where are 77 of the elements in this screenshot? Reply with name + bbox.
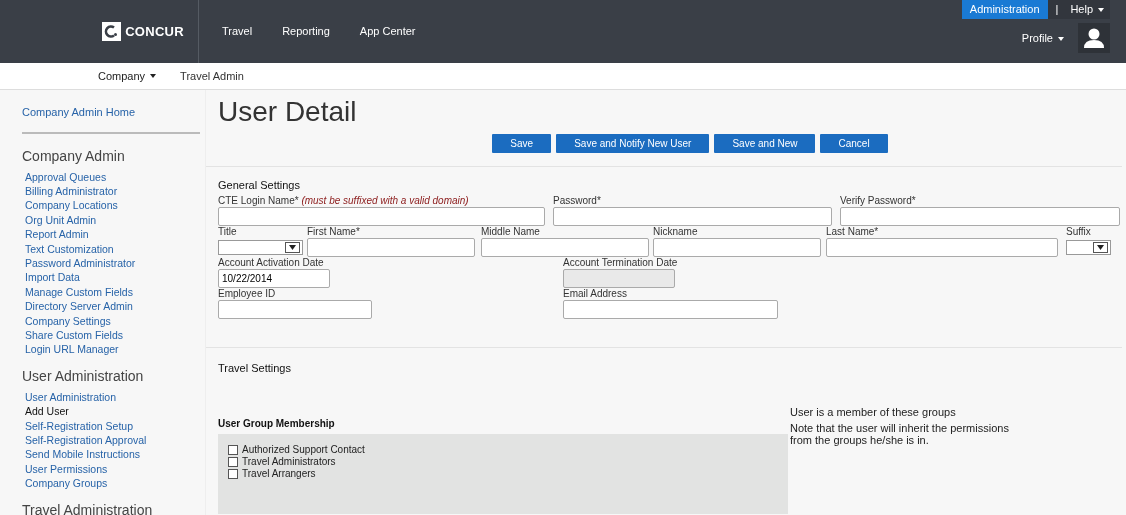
field-label: Nickname	[653, 225, 699, 238]
field-label: Last Name*	[826, 225, 880, 238]
select-field[interactable]	[218, 239, 303, 255]
field-label: First Name*	[307, 225, 361, 238]
field-label: Title	[218, 225, 238, 238]
sidebar-item[interactable]: Login URL Manager	[22, 342, 199, 357]
input-field[interactable]	[826, 237, 1058, 257]
field-label: Email Address	[563, 287, 628, 300]
help-menu[interactable]: Help	[1066, 1, 1110, 18]
field-label: Account Activation Date	[218, 256, 325, 269]
field-label: Verify Password*	[840, 194, 917, 207]
section-heading: Travel Settings	[218, 360, 292, 376]
checkbox-label: Travel Arrangers	[242, 468, 316, 480]
logo-icon	[102, 22, 122, 41]
logo-text: CONCUR	[125, 22, 184, 41]
input-field[interactable]	[840, 206, 1120, 226]
sidebar-item[interactable]: Send Mobile Instructions	[22, 447, 199, 462]
sidebar-item[interactable]: Report Admin	[22, 227, 199, 242]
field-label: Suffix	[1066, 225, 1092, 238]
sidebar-item[interactable]: Company Groups	[22, 476, 199, 491]
field-label: Account Termination Date	[563, 256, 675, 269]
action-button[interactable]: Save and Notify New User	[556, 134, 710, 153]
sidebar-item[interactable]: Share Custom Fields	[22, 327, 199, 343]
input-field[interactable]	[307, 237, 475, 257]
sidebar-item[interactable]: Self-Registration Approval	[22, 433, 199, 448]
separator-text: |	[1054, 2, 1060, 18]
sidebar-item[interactable]: Directory Server Admin	[22, 299, 199, 314]
subnav-tab[interactable]: Travel Admin	[180, 63, 244, 89]
input-field[interactable]	[481, 237, 649, 257]
info-title: User is a member of these groups	[790, 406, 957, 418]
sidebar-item[interactable]: Company Settings	[22, 313, 199, 328]
sidebar-item[interactable]: Manage Custom Fields	[22, 284, 199, 300]
sidebar-link[interactable]: Company Admin Home	[22, 104, 199, 121]
checkbox[interactable]	[228, 457, 238, 467]
sidebar-heading: Travel Administration	[22, 500, 154, 515]
input-field[interactable]	[563, 299, 778, 319]
subnav-tab[interactable]: Company	[98, 63, 157, 89]
checkbox[interactable]	[228, 469, 238, 479]
sidebar-item[interactable]: User Permissions	[22, 461, 199, 477]
input-field[interactable]	[218, 206, 545, 226]
nav-link[interactable]: Travel	[207, 0, 268, 63]
avatar-icon[interactable]	[1078, 23, 1110, 53]
sidebar-heading: User Administration	[22, 366, 145, 386]
action-button[interactable]: Cancel	[820, 134, 888, 153]
field-label: Password*	[553, 194, 602, 207]
input-field[interactable]	[653, 237, 821, 257]
sidebar-item[interactable]: Org Unit Admin	[22, 212, 199, 228]
action-button[interactable]: Save and New	[714, 134, 816, 153]
sidebar-item[interactable]: Approval Queues	[22, 169, 199, 184]
input-field[interactable]	[553, 206, 832, 226]
checkbox-label: Authorized Support Contact	[242, 444, 365, 456]
sidebar-item[interactable]: Self-Registration Setup	[22, 418, 199, 433]
checkbox[interactable]	[228, 445, 238, 455]
action-button[interactable]: Save	[492, 134, 552, 153]
sidebar-item[interactable]: Text Customization	[22, 241, 199, 256]
input-field[interactable]: 10/22/2014	[218, 268, 330, 288]
input-field[interactable]	[218, 299, 372, 319]
profile-menu[interactable]: Profile	[1015, 28, 1070, 48]
sidebar-item[interactable]: Billing Administrator	[22, 183, 199, 199]
sidebar-item[interactable]: User Administration	[22, 389, 199, 405]
section-heading: User Group Membership	[218, 417, 336, 431]
info-note: Note that the user will inherit the permissions from the groups he/she is in.	[790, 422, 1010, 446]
nav-link[interactable]: App Center	[344, 0, 431, 63]
page-title: User Detail	[218, 95, 358, 129]
sidebar-item[interactable]: Add User	[22, 404, 199, 419]
sidebar-item[interactable]: Company Locations	[22, 198, 199, 213]
checkbox-label: Travel Administrators	[242, 456, 336, 468]
sidebar-heading: Company Admin	[22, 146, 126, 166]
field-label: CTE Login Name* (must be suffixed with a valid domain)	[218, 194, 470, 207]
select-field[interactable]	[1066, 239, 1111, 255]
field-label: Employee ID	[218, 287, 277, 300]
sidebar-item[interactable]: Import Data	[22, 270, 199, 285]
sidebar-item[interactable]: Password Administrator	[22, 255, 199, 271]
nav-link[interactable]: Reporting	[267, 0, 345, 63]
section-heading: General Settings	[218, 178, 301, 193]
administration-button[interactable]: Administration	[961, 0, 1048, 19]
field-label: Middle Name	[481, 225, 541, 238]
